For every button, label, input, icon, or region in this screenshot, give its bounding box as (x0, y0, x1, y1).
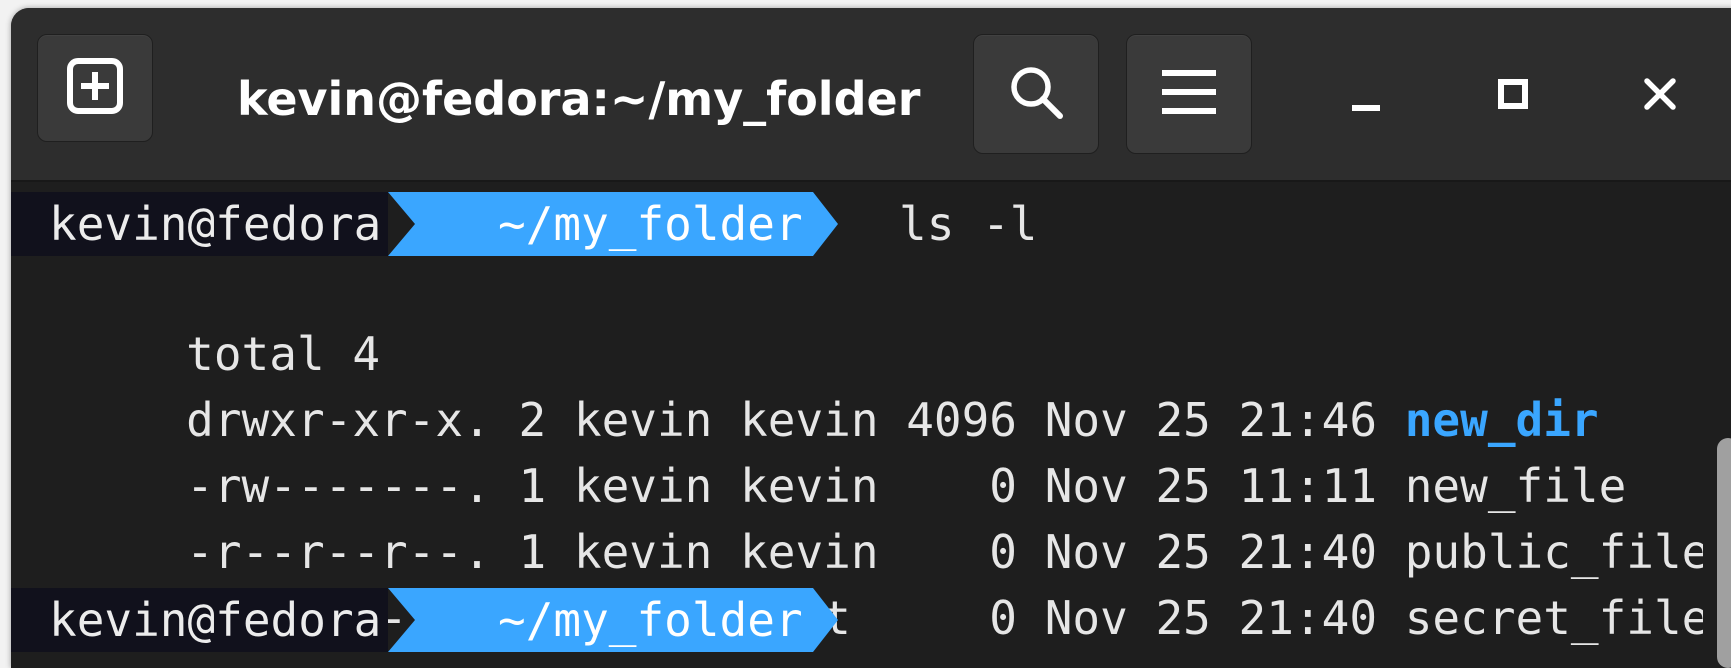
typed-command: ls -l (899, 197, 1038, 251)
scrollbar-thumb[interactable] (1717, 438, 1731, 668)
new-tab-button[interactable] (37, 34, 153, 142)
terminal-window: kevin@fedora:~/my_folder kevin@fedora ~/… (11, 8, 1731, 668)
minimize-button[interactable] (1326, 60, 1406, 140)
prompt-path: ~/my_folder (498, 593, 803, 647)
search-button[interactable] (973, 34, 1099, 154)
menu-button[interactable] (1126, 34, 1252, 154)
prompt-path: ~/my_folder (498, 197, 803, 251)
close-button[interactable] (1620, 56, 1700, 136)
prompt-user: kevin@fedora (49, 593, 382, 647)
terminal-output-area[interactable]: kevin@fedora ~/my_folder ls -l total 4 d… (11, 182, 1709, 668)
prompt-line: kevin@fedora ~/my_folder ls -l (11, 182, 1111, 266)
maximize-icon (1498, 78, 1528, 114)
prompt-user: kevin@fedora (49, 197, 382, 251)
output-line: -r--r--r--. 1 kevin kevin 0 Nov 25 21:40… (20, 456, 1709, 579)
prompt-path-segment: ~/my_folder (388, 588, 838, 652)
output-line: -rw-------. 1 kevin kevin 0 Nov 25 11:11… (20, 390, 1626, 513)
close-icon (1644, 77, 1676, 115)
hamburger-menu-icon (1162, 68, 1216, 121)
search-icon (1007, 63, 1065, 126)
header-bar: kevin@fedora:~/my_folder (11, 8, 1731, 182)
prompt-line: kevin@fedora ~/my_folder (11, 578, 1111, 662)
new-tab-icon (67, 57, 123, 119)
output-line-total: total 4 (20, 258, 380, 381)
maximize-button[interactable] (1473, 56, 1553, 136)
minimize-icon (1351, 83, 1381, 118)
prompt-path-segment: ~/my_folder (388, 192, 838, 256)
output-line: drwxr-xr-x. 2 kevin kevin 4096 Nov 25 21… (20, 324, 1598, 447)
prompt-user-segment: kevin@fedora (11, 588, 388, 652)
output-line: ----------. 1 root root 0 Nov 25 21:40 s… (20, 522, 1709, 645)
window-title: kevin@fedora:~/my_folder (237, 72, 921, 126)
file-name: secret_file (1404, 591, 1710, 645)
prompt-user-segment: kevin@fedora (11, 192, 388, 256)
